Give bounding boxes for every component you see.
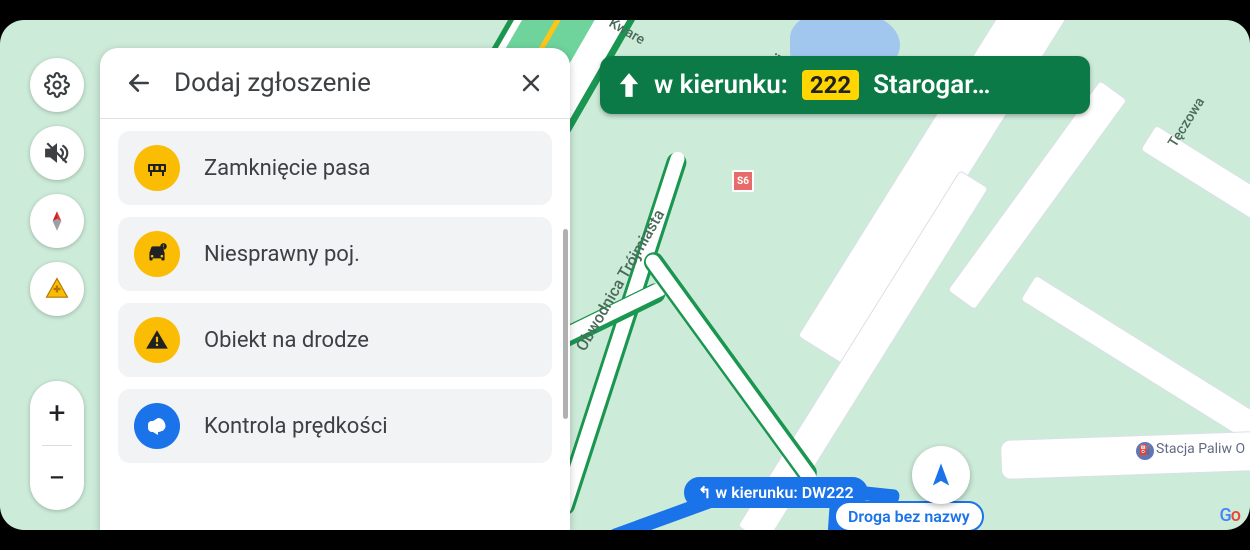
road-label-teczowa: Tęczowa [1165,95,1208,151]
compass-icon [44,208,70,234]
close-button[interactable] [514,66,548,100]
recenter-button[interactable] [912,446,970,504]
route-shield: 222 [802,70,859,100]
mute-button[interactable] [30,126,84,180]
lane-chip-secondary[interactable]: Droga bez nazwy [834,501,984,530]
svg-text:!: ! [163,245,164,251]
road-shield-s6: S6 [732,170,754,192]
report-option-disabled-vehicle[interactable]: ! Niesprawny poj. [118,217,552,291]
ramp-fill [643,252,819,487]
speed-check-icon [134,403,180,449]
lane-closure-icon [134,145,180,191]
report-option-speed-check[interactable]: Kontrola prędkości [118,389,552,463]
report-option-label: Obiekt na drodze [204,328,369,353]
poi-fuel-label: Stacja Paliw O [1156,441,1245,457]
arrow-left-icon [126,70,152,96]
speaker-muted-icon [44,140,70,166]
object-on-road-icon [134,317,180,363]
fuel-icon: ⛽ [1136,442,1154,460]
report-option-object-on-road[interactable]: Obiekt na drodze [118,303,552,377]
map-controls-column [30,58,84,316]
report-option-label: Niesprawny poj. [204,242,360,267]
city-road [1140,125,1250,309]
gear-icon [44,72,70,98]
back-button[interactable] [122,66,156,100]
close-icon [519,71,543,95]
report-options-list: Zamknięcie pasa ! Niesprawny poj. Obiekt… [100,119,570,530]
warning-add-icon [43,275,71,303]
arrow-up-icon [618,72,640,98]
disabled-vehicle-icon: ! [134,231,180,277]
google-logo: Go [1220,505,1240,526]
poi-fuel-station[interactable]: ⛽Stacja Paliw O [1136,441,1245,460]
city-road [1020,275,1250,459]
zoom-out-button[interactable]: − [30,446,84,510]
direction-prefix: w kierunku: [654,70,788,100]
panel-header: Dodaj zgłoszenie [100,48,570,119]
lane-chip-primary-label: w kierunku: DW222 [715,483,853,502]
panel-title: Dodaj zgłoszenie [174,68,496,98]
compass-button[interactable] [30,194,84,248]
device-frame: Obwodni Obwodnica Trójmiasta Tęczowa Kwa… [0,0,1250,550]
direction-banner[interactable]: w kierunku: 222 Starogar… [600,56,1090,114]
map-canvas[interactable]: Obwodni Obwodnica Trójmiasta Tęczowa Kwa… [0,20,1250,530]
direction-destination: Starogar… [873,70,990,100]
zoom-in-button[interactable]: + [30,381,84,445]
zoom-control: + − [30,381,84,510]
report-option-label: Kontrola prędkości [204,414,388,439]
report-incident-button[interactable] [30,262,84,316]
report-option-lane-closure[interactable]: Zamknięcie pasa [118,131,552,205]
scrollbar-thumb[interactable] [563,229,568,419]
report-option-label: Zamknięcie pasa [204,156,370,181]
add-report-panel: Dodaj zgłoszenie Zamknięcie pasa ! Nies [100,48,570,530]
settings-button[interactable] [30,58,84,112]
navigation-arrow-icon [927,461,955,489]
arrow-left-up-icon: ↰ [698,483,711,502]
